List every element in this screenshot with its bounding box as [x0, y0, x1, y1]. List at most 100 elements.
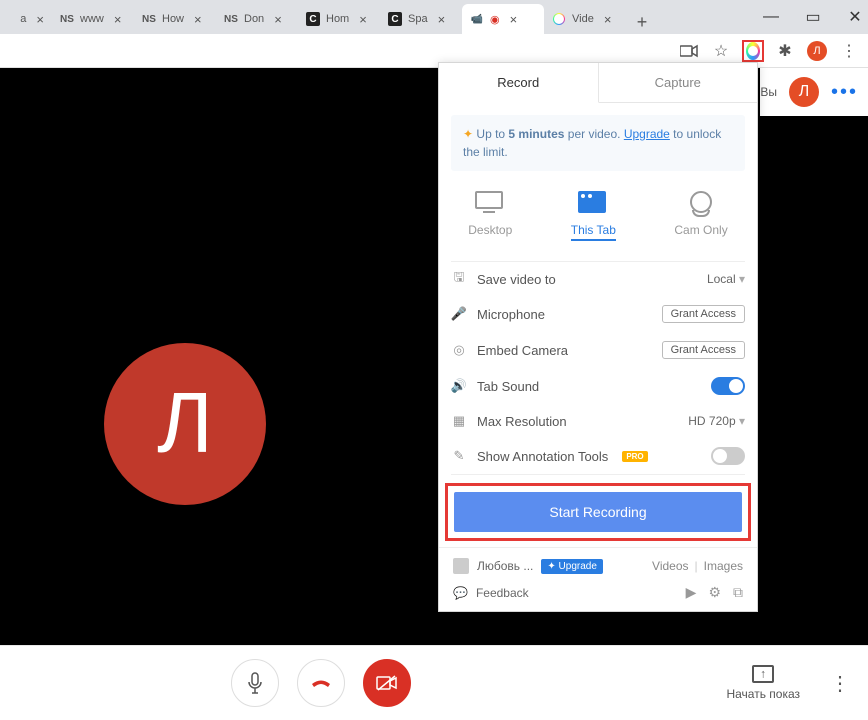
- limit-notice: ✦ Up to 5 minutes per video. Upgrade to …: [451, 115, 745, 171]
- tab-favicon: [10, 12, 14, 26]
- screencast-extension-button[interactable]: [742, 40, 764, 62]
- browser-tab-active[interactable]: 📹 ◉ ×: [462, 4, 544, 34]
- feedback-link[interactable]: Feedback: [476, 586, 529, 600]
- new-tab-button[interactable]: +: [630, 10, 654, 34]
- tab-sound-toggle[interactable]: [711, 377, 745, 395]
- upgrade-button[interactable]: ✦ Upgrade: [541, 559, 603, 574]
- mode-cam-only[interactable]: Cam Only: [674, 191, 727, 249]
- profile-button[interactable]: Л: [806, 40, 828, 62]
- pen-icon: ✎: [451, 448, 467, 464]
- sound-icon: 🔊: [451, 378, 467, 394]
- meet-bottom-bar: Начать показ ⋮: [0, 645, 868, 720]
- browser-tab[interactable]: NS How ×: [134, 4, 216, 34]
- resolution-dropdown[interactable]: HD 720p: [688, 414, 745, 428]
- upgrade-link[interactable]: Upgrade: [624, 127, 670, 141]
- present-button[interactable]: Начать показ: [726, 665, 800, 701]
- tab-label: Don: [244, 13, 264, 25]
- settings-gear-icon[interactable]: ⚙: [708, 584, 721, 601]
- camera-icon: ◎: [451, 342, 467, 358]
- meet-topbar: Вы Л •••: [760, 68, 868, 116]
- save-icon: 🖫: [451, 271, 467, 287]
- participant-avatar: Л: [104, 343, 266, 505]
- pro-badge: PRO: [622, 451, 647, 462]
- monitor-icon: [475, 191, 505, 215]
- user-icon: [453, 558, 469, 574]
- images-link[interactable]: Images: [704, 559, 743, 573]
- setting-embed-camera: ◎Embed Camera Grant Access: [451, 332, 745, 368]
- setting-microphone: 🎤Microphone Grant Access: [451, 296, 745, 332]
- minimize-button[interactable]: —: [762, 8, 780, 26]
- extensions-icon[interactable]: ✱: [774, 40, 796, 62]
- video-library-icon[interactable]: ▶: [686, 584, 697, 601]
- videos-link[interactable]: Videos: [652, 559, 688, 573]
- close-window-button[interactable]: ✕: [846, 8, 864, 26]
- tab-label: How: [162, 13, 184, 25]
- webcam-icon: [686, 191, 716, 215]
- close-icon[interactable]: ×: [114, 12, 122, 27]
- tab-label: Hom: [326, 13, 349, 25]
- browser-menu-button[interactable]: ⋮: [838, 40, 860, 62]
- tab-label: Spa: [408, 13, 428, 25]
- tab-favicon: NS: [60, 12, 74, 26]
- setting-annotation: ✎Show Annotation ToolsPRO: [451, 438, 745, 474]
- tab-label: www: [80, 13, 104, 25]
- hangup-button[interactable]: [297, 659, 345, 707]
- close-icon[interactable]: ×: [274, 12, 282, 27]
- mic-toggle-button[interactable]: [231, 659, 279, 707]
- tab-favicon: C: [306, 12, 320, 26]
- browser-tab[interactable]: NS www ×: [52, 4, 134, 34]
- setting-resolution: ▦Max Resolution HD 720p: [451, 404, 745, 438]
- tab-label: a: [20, 13, 26, 25]
- meet-more-button[interactable]: •••: [831, 81, 858, 104]
- grant-camera-button[interactable]: Grant Access: [662, 341, 745, 359]
- feedback-icon: 💬: [453, 586, 468, 600]
- browser-tab[interactable]: NS Don ×: [216, 4, 298, 34]
- present-icon: [752, 665, 774, 683]
- annotation-toggle[interactable]: [711, 447, 745, 465]
- user-name: Любовь ...: [477, 559, 533, 573]
- tab-label: Vide: [572, 13, 594, 25]
- save-location-dropdown[interactable]: Local: [707, 272, 745, 286]
- close-icon[interactable]: ×: [510, 12, 518, 27]
- close-icon[interactable]: ×: [194, 12, 202, 27]
- camera-icon[interactable]: [678, 40, 700, 62]
- tab-icon: [578, 191, 608, 215]
- start-highlight: Start Recording: [445, 483, 751, 541]
- browser-tabstrip: a× NSwww× NSHow× NSDon× CHom× CSpa× 📹◉× …: [0, 0, 868, 34]
- extension-popup: Record Capture ✦ Up to 5 minutes per vid…: [438, 62, 758, 612]
- close-icon[interactable]: ×: [359, 12, 367, 27]
- tab-favicon: NS: [142, 12, 156, 26]
- setting-tab-sound: 🔊Tab Sound: [451, 368, 745, 404]
- close-icon[interactable]: ×: [604, 12, 612, 27]
- tab-favicon: NS: [224, 12, 238, 26]
- meet-avatar[interactable]: Л: [789, 77, 819, 107]
- tab-favicon: 📹: [470, 12, 484, 26]
- tab-favicon: C: [388, 12, 402, 26]
- meet-more-options[interactable]: ⋮: [830, 671, 850, 696]
- record-indicator-icon: ◉: [490, 13, 500, 26]
- setting-save-video: 🖫Save video to Local: [451, 262, 745, 296]
- camera-toggle-button[interactable]: [363, 659, 411, 707]
- start-recording-button[interactable]: Start Recording: [454, 492, 742, 532]
- star-icon[interactable]: ☆: [710, 40, 732, 62]
- mic-icon: 🎤: [451, 306, 467, 322]
- browser-tab[interactable]: C Hom ×: [298, 4, 380, 34]
- you-label: Вы: [760, 85, 777, 99]
- grant-mic-button[interactable]: Grant Access: [662, 305, 745, 323]
- camera-off-icon: [376, 675, 398, 691]
- close-icon[interactable]: ×: [36, 12, 44, 27]
- close-icon[interactable]: ×: [438, 12, 446, 27]
- mode-desktop[interactable]: Desktop: [468, 191, 512, 249]
- browser-tab[interactable]: Vide ×: [544, 4, 626, 34]
- hangup-icon: [309, 671, 333, 695]
- browser-tab[interactable]: a×: [2, 4, 52, 34]
- tab-capture[interactable]: Capture: [599, 63, 758, 103]
- mode-this-tab[interactable]: This Tab: [571, 191, 616, 249]
- browser-tab[interactable]: C Spa ×: [380, 4, 462, 34]
- maximize-button[interactable]: ▭: [804, 8, 822, 26]
- window-controls: — ▭ ✕: [762, 0, 864, 34]
- tab-record[interactable]: Record: [439, 63, 599, 103]
- tab-favicon: [552, 12, 566, 26]
- hd-icon: ▦: [451, 413, 467, 429]
- popout-icon[interactable]: ⧉: [733, 584, 743, 601]
